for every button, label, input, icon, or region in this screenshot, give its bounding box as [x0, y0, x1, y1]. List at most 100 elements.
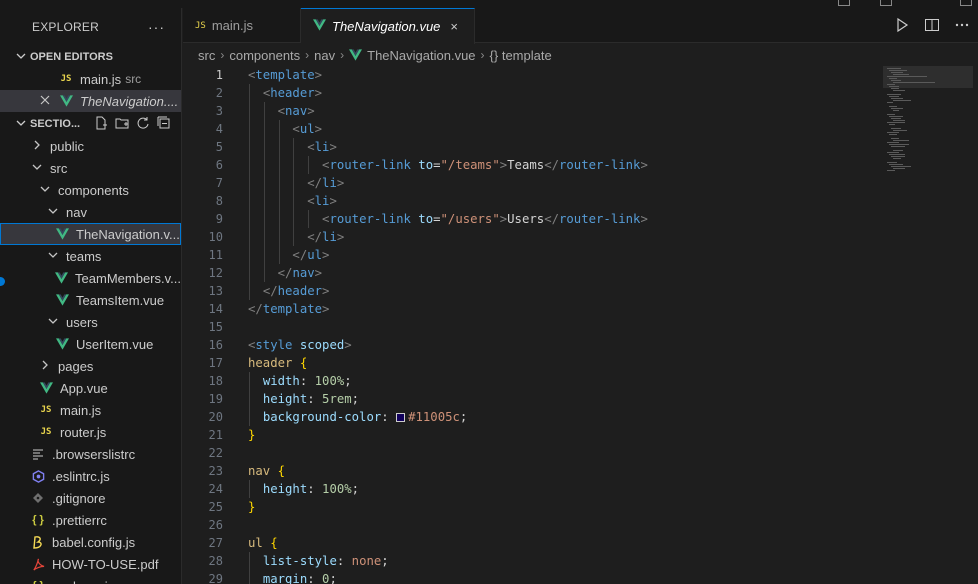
- indent-guide: [249, 138, 250, 156]
- code-token: :: [381, 410, 397, 424]
- line-number: 1: [215, 68, 223, 82]
- tree-folder[interactable]: nav: [0, 201, 181, 223]
- tree-folder[interactable]: public: [0, 135, 181, 157]
- code-editor[interactable]: 1 2 3 4 5 6 7 8 9 10 11 12 13 14 15 16 17 18 19 20 21 22 23 24 2…: [183, 66, 978, 584]
- breadcrumb-item[interactable]: src: [198, 48, 215, 63]
- tree-file[interactable]: babel.config.js: [0, 531, 181, 553]
- code-token: ;: [344, 374, 352, 388]
- minimap-line: [889, 164, 903, 165]
- code-token: ;: [351, 482, 360, 496]
- breadcrumb-item[interactable]: components: [229, 48, 300, 63]
- line-number: 17: [208, 356, 223, 370]
- tree-item-label: .browserslistrc: [52, 446, 136, 462]
- code-line: </template>: [248, 300, 648, 318]
- open-editors-section[interactable]: OPEN EDITORS: [0, 46, 181, 68]
- indent-guide: [249, 408, 250, 426]
- list-icon: [30, 448, 46, 460]
- minimap-line: [893, 150, 903, 151]
- minimap-line: [893, 168, 905, 169]
- run-icon[interactable]: [894, 17, 910, 33]
- refresh-icon[interactable]: [136, 116, 150, 130]
- open-editor-item[interactable]: TheNavigation....: [0, 90, 181, 112]
- breadcrumb-item[interactable]: TheNavigation.vue: [367, 48, 475, 63]
- code-token: header: [248, 356, 293, 370]
- tree-file[interactable]: TeamsItem.vue: [0, 289, 181, 311]
- tree-file[interactable]: JS router.js: [0, 421, 181, 443]
- code-line: <router-link to="/users">Users</router-l…: [248, 210, 648, 228]
- indent-guide: [293, 228, 295, 246]
- indent-guide: [293, 210, 295, 228]
- code-token: :: [307, 482, 323, 496]
- open-editor-item[interactable]: JS main.js src: [0, 68, 181, 90]
- tab-thenavigation-vue[interactable]: TheNavigation.vue ×: [301, 8, 475, 44]
- tab-main-js[interactable]: JS main.js: [183, 8, 301, 43]
- close-tab-icon[interactable]: ×: [450, 19, 458, 34]
- tree-file[interactable]: HOW-TO-USE.pdf: [0, 553, 181, 575]
- code-line: height: 100%;: [248, 480, 648, 498]
- minimap-line: [891, 98, 903, 99]
- code-token: }: [248, 500, 256, 514]
- new-folder-icon[interactable]: [115, 116, 129, 130]
- tree-folder[interactable]: src: [0, 157, 181, 179]
- line-number: 8: [215, 194, 223, 208]
- collapse-all-icon[interactable]: [157, 116, 171, 130]
- breadcrumb-item[interactable]: nav: [314, 48, 335, 63]
- chevron-right-icon: [38, 360, 52, 373]
- close-icon[interactable]: [38, 94, 52, 108]
- minimap-line: [891, 80, 901, 81]
- breadcrumb: src › components › nav › TheNavigation.v…: [198, 44, 552, 66]
- code-token: Teams: [507, 158, 545, 172]
- line-number: 15: [208, 320, 223, 334]
- code-token: header: [277, 284, 323, 298]
- code-token: nav: [248, 464, 271, 478]
- code-token: height: [262, 482, 308, 496]
- tree-folder[interactable]: pages: [0, 355, 181, 377]
- more-actions-icon[interactable]: ···: [148, 19, 165, 35]
- tree-file[interactable]: .gitignore: [0, 487, 181, 509]
- indent-guide: [263, 210, 265, 228]
- indent-guide: [249, 84, 250, 102]
- workspace-heading: SECTIO...: [30, 118, 81, 130]
- tree-folder[interactable]: teams: [0, 245, 181, 267]
- code-token: >: [640, 212, 648, 226]
- window-control[interactable]: [838, 0, 850, 6]
- tree-file[interactable]: JS main.js: [0, 399, 181, 421]
- braces-icon: { }: [32, 514, 44, 526]
- tree-folder[interactable]: components: [0, 179, 181, 201]
- tree-file[interactable]: UserItem.vue: [0, 333, 181, 355]
- tree-file[interactable]: .eslintrc.js: [0, 465, 181, 487]
- code-area[interactable]: <template> <header> <nav> <ul> <li> <rou…: [248, 66, 648, 584]
- minimap-line: [889, 106, 897, 107]
- tree-file[interactable]: { } package.json: [0, 575, 181, 584]
- more-actions-icon[interactable]: [954, 17, 970, 33]
- indent-guide: [249, 120, 250, 138]
- workspace-section[interactable]: SECTIO...: [0, 113, 181, 135]
- tree-file[interactable]: TheNavigation.v...: [0, 223, 181, 245]
- color-swatch[interactable]: [396, 413, 406, 422]
- tree-item-label: public: [50, 138, 84, 154]
- window-control[interactable]: [960, 0, 972, 6]
- code-token: >: [322, 248, 330, 262]
- indent-guide: [249, 102, 250, 120]
- new-file-icon[interactable]: [94, 116, 108, 130]
- breadcrumb-item[interactable]: {} template: [490, 48, 552, 63]
- tree-file[interactable]: .browserslistrc: [0, 443, 181, 465]
- line-number: 26: [208, 518, 223, 532]
- tree-file[interactable]: TeamMembers.v...: [0, 267, 181, 289]
- code-token: :: [307, 392, 323, 406]
- tree-file[interactable]: { } .prettierrc: [0, 509, 181, 531]
- indent-guide: [249, 174, 250, 192]
- tree-file[interactable]: App.vue: [0, 377, 181, 399]
- minimap[interactable]: [883, 66, 973, 186]
- line-number: 6: [215, 158, 223, 172]
- split-editor-icon[interactable]: [924, 17, 940, 33]
- window-control[interactable]: [880, 0, 892, 6]
- minimap-line: [887, 68, 901, 69]
- tree-folder[interactable]: users: [0, 311, 181, 333]
- indent-guide: [249, 390, 250, 408]
- code-token: router-link: [559, 158, 641, 172]
